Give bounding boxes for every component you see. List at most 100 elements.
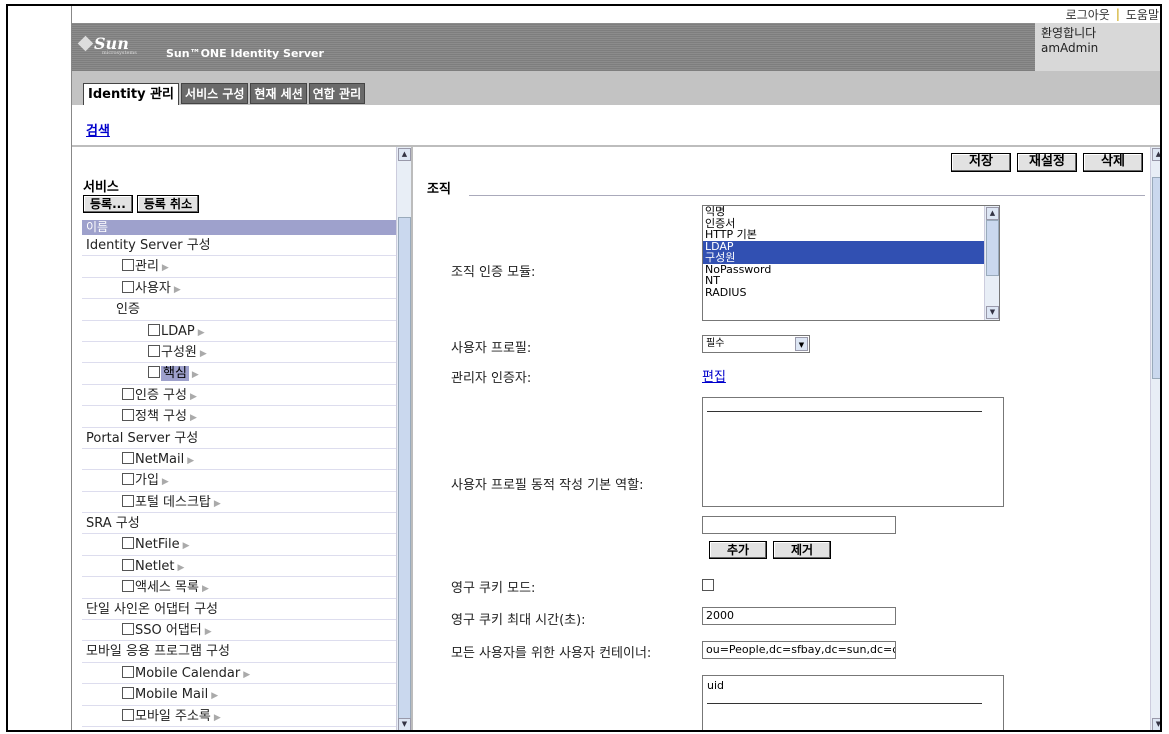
service-checkbox[interactable] (122, 409, 134, 422)
scroll-down-icon[interactable]: ▼ (1152, 718, 1160, 730)
tree-item-label[interactable]: 사용자 (135, 281, 171, 296)
chevron-down-icon[interactable]: ▼ (795, 337, 808, 351)
tree-row[interactable]: Mobile Mail ▶ (82, 684, 396, 706)
service-checkbox[interactable] (122, 494, 134, 507)
expand-arrow-icon[interactable]: ▶ (190, 392, 197, 402)
tree-row[interactable]: 인증 (82, 299, 396, 321)
tree-row[interactable]: 단일 사인온 어댑터 구성 (82, 599, 396, 621)
expand-arrow-icon[interactable]: ▶ (192, 370, 199, 380)
tree-item-label[interactable]: 정책 구성 (135, 409, 187, 424)
expand-arrow-icon[interactable]: ▶ (174, 285, 181, 295)
expand-arrow-icon[interactable]: ▶ (183, 541, 190, 551)
tree-item-label[interactable]: SRA 구성 (86, 516, 140, 531)
tree-row[interactable]: SSO 어댑터 ▶ (82, 620, 396, 642)
service-checkbox[interactable] (122, 623, 134, 636)
tree-row[interactable]: SRA 구성 (82, 513, 396, 535)
service-checkbox[interactable] (122, 451, 134, 464)
tree-row[interactable]: NetFile ▶ (82, 534, 396, 556)
edit-link[interactable]: 편집 (702, 366, 726, 385)
user-container-input[interactable]: ou=People,dc=sfbay,dc=sun,dc=c (702, 641, 896, 659)
tree-item-label[interactable]: 인증 (116, 302, 140, 317)
service-checkbox[interactable] (122, 473, 134, 486)
service-checkbox[interactable] (122, 665, 134, 678)
auth-module-option[interactable]: 익명 (703, 206, 984, 218)
tab-service-config[interactable]: 서비스 구성 (181, 83, 249, 104)
auth-module-option[interactable]: NoPassword (703, 263, 984, 276)
tree-item-label[interactable]: 관리 (135, 259, 159, 274)
expand-arrow-icon[interactable]: ▶ (178, 563, 185, 573)
default-roles-list[interactable] (702, 397, 1004, 507)
remove-button[interactable]: 제거 (773, 541, 831, 559)
cookie-max-time-input[interactable]: 2000 (702, 607, 896, 625)
listbox-scrollbar[interactable]: ▲ ▼ (984, 206, 999, 320)
tree-row[interactable]: LDAP ▶ (82, 321, 396, 342)
service-checkbox[interactable] (148, 344, 160, 357)
tree-row[interactable]: 사용자 ▶ (82, 278, 396, 300)
logout-link[interactable]: 로그아웃 (1066, 6, 1110, 23)
service-checkbox[interactable] (148, 366, 160, 379)
right-scrollbar[interactable]: ▲ ▼ (1150, 147, 1160, 730)
tab-identity-management[interactable]: Identity 관리 (83, 83, 180, 105)
expand-arrow-icon[interactable]: ▶ (200, 349, 207, 359)
tree-item-label[interactable]: 포털 데스크탑 (135, 495, 211, 510)
service-checkbox[interactable] (122, 580, 134, 593)
tree-item-label[interactable]: 액세스 목록 (135, 580, 199, 595)
expand-arrow-icon[interactable]: ▶ (190, 413, 197, 423)
search-link[interactable]: 검색 (86, 120, 110, 139)
unregister-button[interactable]: 등록 취소 (136, 195, 200, 213)
tree-item-label[interactable]: SSO 어댑터 (135, 623, 202, 638)
left-scrollbar[interactable]: ▲ ▼ (396, 147, 411, 730)
service-checkbox[interactable] (122, 687, 134, 700)
tree-item-label[interactable]: 인증 구성 (135, 388, 187, 403)
reset-button[interactable]: 재설정 (1017, 153, 1077, 172)
auth-module-option[interactable]: NT (703, 275, 984, 287)
expand-arrow-icon[interactable]: ▶ (187, 456, 194, 466)
service-checkbox[interactable] (122, 387, 134, 400)
auth-module-listbox[interactable]: 익명 인증서 HTTP 기본 LDAP 구성원 NoPassword NT RADIUS ▲ … (702, 205, 1000, 321)
naming-attribute-list[interactable]: uid (702, 675, 1004, 730)
tree-item-label[interactable]: Portal Server 구성 (86, 431, 198, 446)
expand-arrow-icon[interactable]: ▶ (214, 713, 221, 723)
register-button[interactable]: 등록... (83, 195, 133, 213)
tree-item-label[interactable]: NetMail (135, 452, 184, 467)
role-input[interactable] (702, 516, 896, 534)
tree-item-label[interactable]: 핵심 (161, 366, 189, 382)
expand-arrow-icon[interactable]: ▶ (198, 328, 205, 338)
tree-row[interactable]: Mobile Calendar ▶ (82, 663, 396, 685)
tree-row[interactable]: 모바일 주소록 ▶ (82, 706, 396, 727)
tree-row[interactable]: 관리 ▶ (82, 256, 396, 278)
tree-row[interactable]: Portal Server 구성 (82, 428, 396, 449)
user-profile-select[interactable]: 필수 ▼ (702, 335, 810, 353)
tab-current-sessions[interactable]: 현재 세션 (250, 83, 307, 104)
persistent-cookie-checkbox[interactable] (702, 579, 714, 591)
auth-module-option[interactable]: HTTP 기본 (703, 229, 984, 241)
auth-module-option[interactable]: 구성원 (703, 252, 984, 264)
service-checkbox[interactable] (122, 259, 134, 272)
expand-arrow-icon[interactable]: ▶ (205, 627, 212, 637)
expand-arrow-icon[interactable]: ▶ (214, 499, 221, 509)
tree-row[interactable]: 모바일 응용 프로그램 구성 (82, 641, 396, 663)
auth-module-option[interactable]: LDAP (703, 240, 984, 252)
scroll-up-icon[interactable]: ▲ (398, 148, 411, 161)
auth-module-option[interactable]: RADIUS (703, 286, 984, 299)
expand-arrow-icon[interactable]: ▶ (162, 263, 169, 273)
add-button[interactable]: 추가 (709, 541, 767, 559)
service-checkbox[interactable] (122, 537, 134, 550)
save-button[interactable]: 저장 (951, 153, 1011, 172)
scroll-down-icon[interactable]: ▼ (398, 718, 411, 730)
tree-item-label[interactable]: Netlet (135, 559, 175, 574)
tree-row[interactable]: Netlet ▶ (82, 556, 396, 578)
tab-federation-management[interactable]: 연합 관리 (308, 83, 366, 104)
tree-row[interactable]: Identity Server 구성 (82, 235, 396, 257)
tree-item-label[interactable]: Identity Server 구성 (86, 238, 211, 253)
tree-row[interactable]: 인증 구성 ▶ (82, 385, 396, 407)
help-link[interactable]: 도움말 (1126, 6, 1159, 23)
tree-item-label[interactable]: LDAP (161, 324, 195, 339)
tree-item-label[interactable]: Mobile Mail (135, 687, 208, 702)
scroll-thumb[interactable] (1152, 177, 1160, 379)
tree-item-label[interactable]: 모바일 주소록 (135, 709, 211, 724)
tree-row[interactable]: 정책 구성 ▶ (82, 406, 396, 428)
tree-row[interactable]: 포털 데스크탑 ▶ (82, 492, 396, 514)
expand-arrow-icon[interactable]: ▶ (202, 584, 209, 594)
listbox-scroll-up-icon[interactable]: ▲ (986, 207, 999, 220)
